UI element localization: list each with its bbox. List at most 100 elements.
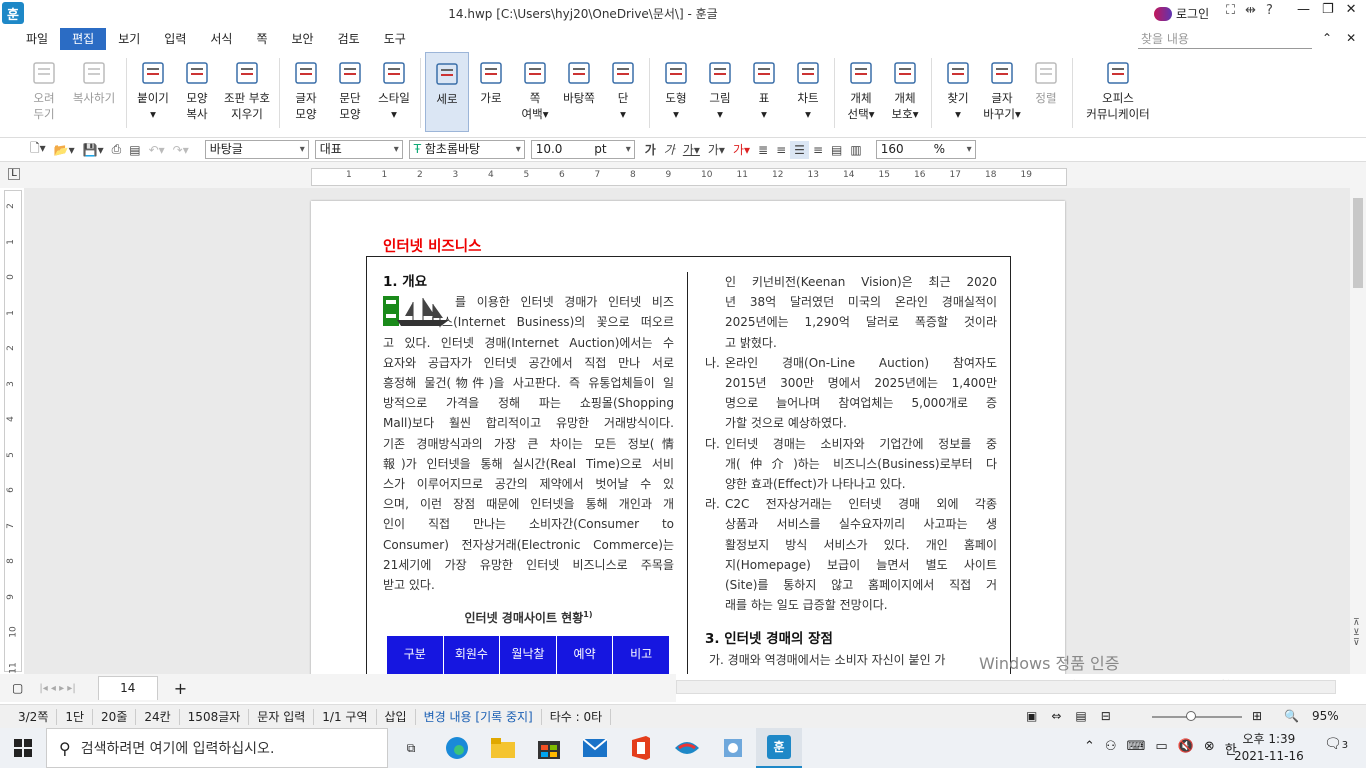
- bold-icon[interactable]: 가: [641, 141, 660, 159]
- login-button[interactable]: 로그인: [1154, 5, 1209, 22]
- ribbon-binoculars-button[interactable]: 찾기 ▾: [936, 52, 980, 132]
- ribbon-communicator-button[interactable]: 오피스 커뮤니케이터: [1077, 52, 1159, 132]
- page[interactable]: 인터넷 비즈니스 1. 개요 를 이용한 인터넷 경매가 인터넷 비즈 니스(I…: [311, 201, 1065, 674]
- ribbon-portrait-button[interactable]: 세로: [425, 52, 469, 132]
- ribbon-landscape-button[interactable]: 가로: [469, 52, 513, 132]
- status-item[interactable]: 변경 내용 [기록 중지]: [416, 708, 542, 725]
- ribbon-shape-button[interactable]: 도형 ▾: [654, 52, 698, 132]
- ribbon-object-protect-button[interactable]: 개체 보호▾: [883, 52, 927, 132]
- lang-select[interactable]: 대표: [314, 140, 403, 159]
- collapse-ribbon-icon[interactable]: ⌃: [1322, 31, 1332, 45]
- ribbon-columns-button[interactable]: 단 ▾: [601, 52, 645, 132]
- hwp-taskbar-icon[interactable]: 훈: [756, 728, 802, 768]
- app-icon-colored[interactable]: [664, 728, 710, 768]
- viewer-icon[interactable]: [710, 728, 756, 768]
- ribbon-margin-button[interactable]: 쪽 여백▾: [513, 52, 557, 132]
- underline-icon[interactable]: 가▾: [679, 141, 704, 159]
- ribbon-clear-codes-button[interactable]: 조판 부호 지우기: [219, 52, 275, 132]
- undo-icon[interactable]: ↶▾: [145, 141, 169, 159]
- table-header-cell[interactable]: 회원수: [444, 636, 501, 674]
- horizontal-ruler[interactable]: 1 1 2 3 4 5 6 7 8 9 10 11 12 13 14 15 16 17 18 19: [311, 168, 1067, 186]
- style-select[interactable]: 바탕글: [204, 140, 309, 159]
- status-item[interactable]: 1/1 구역: [314, 708, 377, 725]
- battery-icon[interactable]: ▭: [1155, 739, 1167, 758]
- ribbon-copy-button[interactable]: 복사하기: [66, 52, 122, 132]
- edge-icon[interactable]: [434, 728, 480, 768]
- arrange-icon[interactable]: ⇹: [1245, 3, 1256, 18]
- print-icon[interactable]: ⎙: [108, 141, 126, 159]
- restore-button[interactable]: ❐: [1322, 2, 1334, 17]
- start-button[interactable]: [0, 728, 46, 768]
- horizontal-scrollbar[interactable]: [676, 680, 1336, 694]
- find-input[interactable]: 찾을 내용: [1138, 29, 1312, 49]
- clock[interactable]: 오후 1:39 2021-11-16: [1234, 731, 1304, 765]
- font-color-icon[interactable]: 가▾: [729, 141, 754, 159]
- ribbon-paste-button[interactable]: 붙이기 ▾: [131, 52, 175, 132]
- ribbon-char-replace-button[interactable]: 글자 바꾸기▾: [980, 52, 1024, 132]
- task-view-icon[interactable]: ⧉: [388, 728, 434, 768]
- menu-4[interactable]: 서식: [198, 28, 244, 50]
- menu-8[interactable]: 도구: [372, 28, 418, 50]
- vertical-ruler[interactable]: 2 1 0 1 2 3 4 5 6 7 8 9 10 11: [4, 190, 22, 673]
- italic-icon[interactable]: 가: [660, 141, 679, 159]
- save-icon[interactable]: 💾▾: [79, 141, 108, 159]
- align-left-icon[interactable]: ≡: [772, 141, 790, 159]
- strike-icon[interactable]: 가▾: [704, 141, 729, 159]
- status-item[interactable]: 타수 : 0타: [542, 708, 612, 725]
- table-header-cell[interactable]: 구분: [387, 636, 444, 674]
- fullscreen-icon[interactable]: ⛶: [1226, 3, 1235, 18]
- file-explorer-icon[interactable]: [480, 728, 526, 768]
- ribbon-scissors-button[interactable]: 오려 두기: [22, 52, 66, 132]
- auction-sites-table[interactable]: 구분 회원수 월낙찰 예약 비고: [387, 636, 670, 674]
- view-normal-icon[interactable]: ▣: [1026, 709, 1037, 723]
- ribbon-table-button[interactable]: 표 ▾: [742, 52, 786, 132]
- status-item[interactable]: 문자 입력: [249, 708, 315, 725]
- align-distribute-icon[interactable]: ▤: [827, 141, 846, 159]
- font-select[interactable]: Ŧ 함초롬바탕: [408, 140, 525, 159]
- volume-icon[interactable]: 🔇: [1178, 739, 1194, 758]
- magnifier-icon[interactable]: 🔍: [1284, 709, 1299, 723]
- network-icon[interactable]: ⌨: [1127, 739, 1146, 758]
- tray-close-icon[interactable]: ⊗: [1204, 739, 1215, 758]
- doc-tab[interactable]: 14: [97, 676, 158, 700]
- status-item[interactable]: 삽입: [377, 708, 416, 725]
- menu-0[interactable]: 파일: [14, 28, 60, 50]
- zoom-select[interactable]: 160%: [875, 140, 976, 159]
- redo-icon[interactable]: ↷▾: [169, 141, 193, 159]
- taskbar-search[interactable]: ⚲ 검색하려면 여기에 입력하십시오.: [46, 728, 388, 768]
- font-size-input[interactable]: 10.0 pt: [530, 140, 635, 159]
- ribbon-chart-button[interactable]: 차트 ▾: [786, 52, 830, 132]
- zoom-out-icon[interactable]: ⊟: [1101, 709, 1111, 723]
- minimize-button[interactable]: —: [1297, 2, 1310, 17]
- menu-2[interactable]: 보기: [106, 28, 152, 50]
- ribbon-object-select-button[interactable]: 개체 선택▾: [839, 52, 883, 132]
- notification-icon[interactable]: 🗨3: [1324, 736, 1348, 752]
- tab-nav-icons[interactable]: |◂ ◂ ▸ ▸|: [39, 683, 75, 694]
- align-split-icon[interactable]: ▥: [846, 141, 865, 159]
- zoom-slider[interactable]: [1152, 711, 1242, 721]
- menu-5[interactable]: 쪽: [244, 28, 279, 50]
- new-doc-icon[interactable]: 🗋▾: [26, 141, 50, 159]
- table-header-cell[interactable]: 비고: [613, 636, 670, 674]
- mail-icon[interactable]: [572, 728, 618, 768]
- ribbon-master-page-button[interactable]: 바탕쪽: [557, 52, 601, 132]
- align-right-icon[interactable]: ≡: [809, 141, 827, 159]
- ribbon-picture-button[interactable]: 그림 ▾: [698, 52, 742, 132]
- tab-list-icon[interactable]: ▢: [12, 681, 23, 695]
- tray-chevron-icon[interactable]: ⌃: [1084, 739, 1095, 758]
- open-icon[interactable]: 📂▾: [50, 141, 79, 159]
- ribbon-style-button[interactable]: 스타일 ▾: [372, 52, 416, 132]
- add-tab-button[interactable]: +: [174, 679, 187, 698]
- page-nav-icons[interactable]: ⊼ ⊻ ⊽: [1353, 618, 1360, 648]
- tray-people-icon[interactable]: ⚇: [1105, 739, 1117, 758]
- ribbon-para-shape-button[interactable]: 문단 모양: [328, 52, 372, 132]
- zoom-in-icon[interactable]: ⊞: [1252, 709, 1262, 723]
- align-justify-icon[interactable]: ≣: [754, 141, 772, 159]
- close-button[interactable]: ✕: [1346, 2, 1357, 17]
- table-header-cell[interactable]: 월낙찰: [500, 636, 557, 674]
- align-center-icon[interactable]: ☰: [790, 140, 809, 159]
- scroll-thumb[interactable]: [1353, 198, 1363, 288]
- zoom-slider-thumb[interactable]: [1185, 711, 1196, 721]
- menu-1[interactable]: 편집: [60, 28, 107, 50]
- view-page-icon[interactable]: ▤: [1075, 709, 1086, 723]
